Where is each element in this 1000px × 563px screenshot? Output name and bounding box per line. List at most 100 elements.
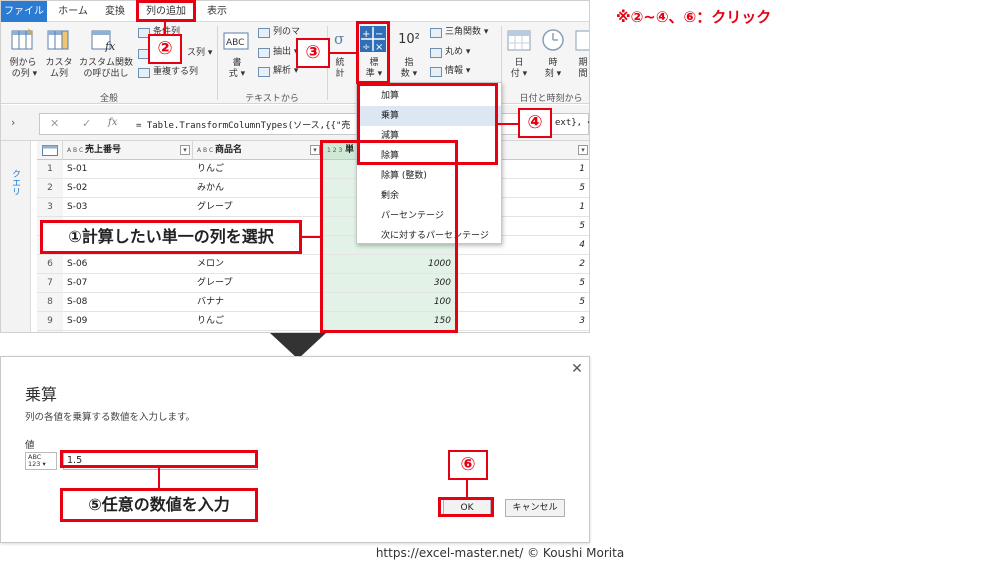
cell-quantity[interactable]: 5 [455,293,589,312]
parse-icon [258,67,270,77]
format-button[interactable]: 書 式 ▾ [225,58,249,80]
highlight-standard-button [356,21,390,84]
highlight-value-input [60,450,258,468]
step-callout-1: ①計算したい単一の列を選択 [40,220,302,254]
invoke-custom-function-icon: fx [91,30,116,52]
callout-connector [302,236,320,238]
cell-product[interactable]: みかん [193,179,323,198]
duration-icon [575,30,589,51]
fx-icon: fx [108,117,118,128]
time-button[interactable]: 時 刻 ▾ [541,58,565,80]
value-type-select[interactable]: ABC 123 ▾ [25,452,57,470]
filter-dropdown-icon[interactable]: ▾ [310,145,320,155]
date-button[interactable]: 日 付 ▾ [507,58,531,80]
row-number[interactable]: 1 [37,160,63,179]
cell-quantity[interactable]: 3 [455,312,589,331]
clock-icon [542,29,564,51]
row-number[interactable]: 2 [37,179,63,198]
column-from-examples-button[interactable]: 例から の列 ▾ [5,58,41,80]
close-icon[interactable]: ✕ [569,361,585,377]
collapse-chevron-icon[interactable]: › [11,116,15,129]
formula-text: = Table.TransformColumnTypes(ソース,{{"売 [136,121,351,131]
cell-quantity[interactable]: 2 [455,331,589,332]
column-header-label: 売上番号 [85,145,122,155]
cell-sales-id[interactable]: S-10 [63,331,193,332]
column-from-examples-icon [11,28,33,50]
cell-product[interactable]: バナナ [193,293,323,312]
merge-columns-button[interactable]: 列のマ [273,27,300,38]
cell-quantity[interactable]: 5 [455,274,589,293]
value-label: 値 [25,440,35,451]
cell-product[interactable]: グレープ [193,198,323,217]
tab-transform[interactable]: 変換 [97,1,133,22]
column-header-product[interactable]: A B C 商品名 ▾ [193,141,323,160]
trigonometry-icon [430,28,442,38]
step-callout-5: ⑤任意の数値を入力 [60,488,258,522]
cell-quantity[interactable]: 2 [455,255,589,274]
trigonometry-button[interactable]: 三角関数 ▾ [445,27,488,38]
svg-text:fx: fx [104,40,116,52]
statistics-button[interactable]: 統 計 [331,58,349,80]
filter-dropdown-icon[interactable]: ▾ [578,145,588,155]
type-text-icon: A B C [197,147,214,154]
cancel-button[interactable]: キャンセル [505,499,565,517]
queries-label: クエリ [10,169,20,196]
extract-icon [258,48,270,58]
cell-product[interactable]: りんご [193,160,323,179]
duplicate-column-button[interactable]: 重複する列 [153,67,198,78]
cell-sales-id[interactable]: S-09 [63,312,193,331]
duration-button[interactable]: 期 間 [575,58,589,80]
parse-button[interactable]: 解析 ▾ [273,66,298,77]
exponent-button[interactable]: 指 数 ▾ [397,58,421,80]
cell-sales-id[interactable]: S-08 [63,293,193,312]
confirm-formula-icon[interactable]: ✓ [82,117,91,130]
queries-pane[interactable]: クエリ [1,141,31,332]
dialog-description: 列の各値を乗算する数値を入力します。 [25,412,196,423]
exponent-icon: 10² [398,32,420,47]
table-icon [42,145,58,156]
merge-columns-icon [258,28,270,38]
row-number[interactable]: 7 [37,274,63,293]
extract-button[interactable]: 抽出 ▾ [273,47,298,58]
rounding-button[interactable]: 丸め ▾ [445,47,470,58]
highlight-price-column [320,140,458,333]
tab-home[interactable]: ホーム [53,1,93,22]
step-badge-4: ④ [518,108,552,138]
ribbon-tab-bar: ファイル ホーム 変換 列の追加 表示 [1,1,589,22]
row-number[interactable]: 8 [37,293,63,312]
cell-product[interactable]: りんご [193,312,323,331]
rounding-icon [430,48,442,58]
index-column-button[interactable]: ス列 ▾ [187,48,212,59]
cell-product[interactable]: メロン [193,255,323,274]
column-header-sales-id[interactable]: A B C 売上番号 ▾ [63,141,193,160]
type-text-icon: A B C [67,147,84,154]
cell-sales-id[interactable]: S-03 [63,198,193,217]
cancel-formula-icon[interactable]: ✕ [50,117,59,130]
custom-column-button[interactable]: カスタ ム列 [43,58,75,80]
filter-dropdown-icon[interactable]: ▾ [180,145,190,155]
tab-view[interactable]: 表示 [199,1,235,22]
callout-connector [330,52,356,54]
custom-column-icon [47,30,69,50]
cell-sales-id[interactable]: S-07 [63,274,193,293]
table-menu-button[interactable] [37,141,63,160]
column-header-label: 商品名 [215,145,243,155]
svg-text:σ: σ [334,30,344,48]
row-number[interactable]: 6 [37,255,63,274]
group-datetime-label: 日付と時刻から [519,94,583,104]
tab-file[interactable]: ファイル [1,1,47,22]
row-number[interactable]: 9 [37,312,63,331]
callout-connector [498,123,518,125]
cell-sales-id[interactable]: S-01 [63,160,193,179]
cell-sales-id[interactable]: S-06 [63,255,193,274]
step-badge-3: ③ [296,38,330,68]
cell-sales-id[interactable]: S-02 [63,179,193,198]
row-number[interactable]: 3 [37,198,63,217]
invoke-custom-function-button[interactable]: カスタム関数 の呼び出し [79,58,133,80]
cell-product[interactable]: グレープ [193,274,323,293]
calendar-icon [507,30,531,51]
instruction-note: ※②~④、⑥：クリック [616,8,772,26]
information-button[interactable]: 情報 ▾ [445,66,470,77]
row-number[interactable]: 10 [37,331,63,332]
copyright-footer: https://excel-master.net/ © Koushi Morit… [375,546,625,560]
